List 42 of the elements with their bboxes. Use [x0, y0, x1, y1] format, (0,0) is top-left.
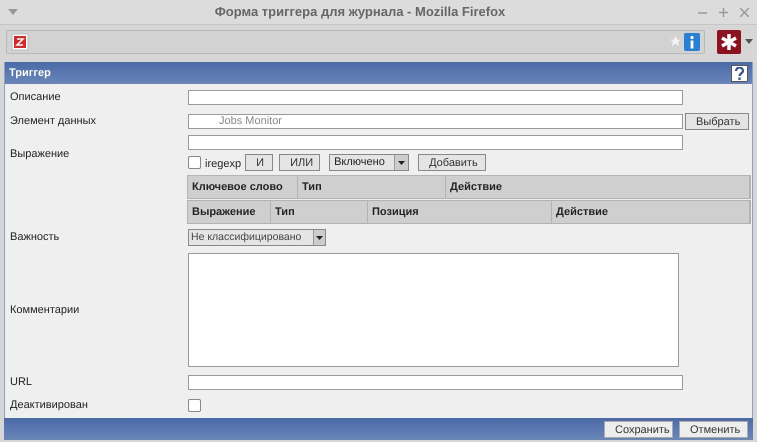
add-button[interactable]: Добавить — [418, 154, 486, 171]
cancel-button[interactable]: Отменить — [679, 420, 748, 438]
column-header: Ключевое слово — [188, 176, 298, 198]
close-icon[interactable] — [740, 8, 749, 16]
or-button[interactable]: ИЛИ — [279, 154, 320, 171]
field-label: Описание — [10, 91, 61, 104]
comments-field[interactable] — [188, 253, 679, 367]
severity-select[interactable]: Не классифицировано — [188, 229, 326, 246]
field-label: Выражение — [10, 148, 70, 160]
column-header: Действие — [446, 176, 750, 198]
dropdown-arrow-icon[interactable] — [745, 39, 753, 44]
help-icon[interactable] — [731, 64, 748, 82]
iregexp-checkbox[interactable] — [188, 156, 201, 169]
column-header: Позиция — [368, 201, 552, 223]
dropdown-arrow-icon — [398, 160, 406, 164]
window-title: Форма триггера для журнала - Mozilla Firefox — [214, 3, 506, 22]
star-icon[interactable] — [669, 35, 682, 48]
mode-select[interactable]: Включено — [329, 154, 410, 171]
dropdown-arrow-icon — [316, 236, 323, 240]
field-label: Комментарии — [10, 304, 80, 316]
expression-field[interactable] — [188, 135, 683, 150]
column-header: Тип — [298, 176, 446, 198]
info-icon[interactable] — [684, 32, 700, 50]
address-bar[interactable] — [6, 30, 705, 54]
asterisk-icon[interactable] — [717, 30, 741, 54]
url-field[interactable] — [188, 374, 683, 390]
and-button[interactable]: И — [245, 154, 274, 171]
select-button[interactable]: Выбрать — [685, 113, 749, 130]
panel-title: Триггер — [9, 66, 51, 81]
column-header: Выражение — [188, 201, 271, 223]
save-button[interactable]: Сохранить — [604, 420, 673, 438]
maximize-icon[interactable] — [719, 8, 728, 16]
field-label: URL — [10, 376, 32, 388]
data-item-field[interactable]: Jobs Monitor — [188, 114, 683, 129]
column-header: Тип — [271, 201, 368, 223]
description-field[interactable] — [188, 90, 683, 105]
field-label: Элемент данных — [10, 115, 96, 128]
site-favicon-icon — [11, 32, 29, 50]
checkbox-label: iregexp — [205, 157, 242, 172]
field-label: Деактивирован — [10, 399, 88, 412]
column-header: Действие — [552, 201, 750, 223]
field-label: Важность — [10, 231, 60, 244]
